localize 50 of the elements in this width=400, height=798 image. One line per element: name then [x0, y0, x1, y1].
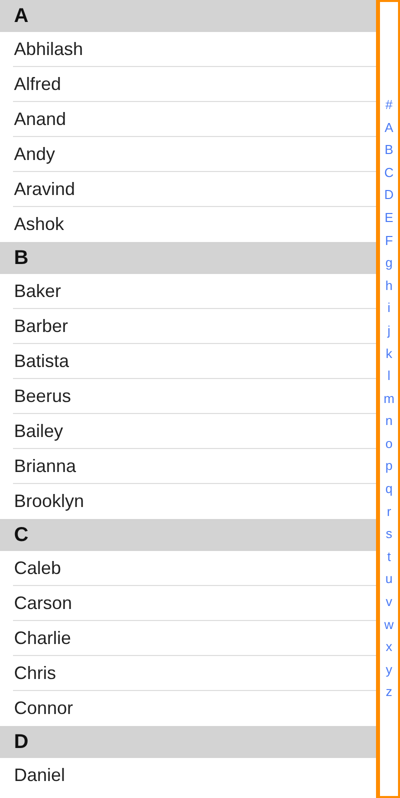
index-letter[interactable]: l [388, 365, 390, 388]
index-letter[interactable]: D [384, 184, 394, 207]
contact-name[interactable]: Aravind [13, 172, 376, 207]
contact-name[interactable]: Carson [13, 586, 376, 621]
contact-name[interactable]: Chris [13, 656, 376, 691]
contact-name[interactable]: Daniel [13, 758, 376, 793]
contact-name[interactable]: Connor [13, 691, 376, 726]
contact-name[interactable]: Abhilash [13, 32, 376, 67]
index-letter[interactable]: n [385, 410, 393, 433]
index-letter[interactable]: p [385, 455, 393, 478]
index-letter[interactable]: t [387, 546, 391, 568]
contact-name[interactable]: Brianna [13, 449, 376, 484]
contact-name[interactable]: Brooklyn [13, 484, 376, 519]
section-header: C [0, 519, 376, 551]
index-letter[interactable]: g [385, 252, 393, 275]
index-letter[interactable]: B [384, 139, 394, 162]
contact-name[interactable]: Andy [13, 137, 376, 172]
contact-name[interactable]: Caleb [13, 551, 376, 586]
section-header: D [0, 726, 376, 758]
index-letter[interactable]: E [384, 206, 394, 230]
index-letter[interactable]: # [385, 94, 393, 117]
contact-name[interactable]: Ashok [13, 207, 376, 242]
contact-name[interactable]: Charlie [13, 621, 376, 656]
index-letter[interactable]: i [388, 297, 390, 320]
index-letter[interactable]: F [385, 230, 393, 252]
index-letter[interactable]: w [384, 614, 394, 636]
contact-name[interactable]: Alfred [13, 67, 376, 102]
index-letter[interactable]: v [386, 591, 392, 614]
contact-name[interactable]: Barber [13, 309, 376, 344]
index-letter[interactable]: u [385, 568, 393, 592]
index-letter[interactable]: y [386, 658, 392, 682]
contact-name[interactable]: Beerus [13, 379, 376, 414]
index-letter[interactable]: m [384, 388, 394, 410]
index-letter[interactable]: k [386, 342, 392, 366]
index-letter[interactable]: z [386, 681, 392, 704]
index-letter[interactable]: q [385, 478, 393, 501]
contact-name[interactable]: Baker [13, 274, 376, 309]
contact-name[interactable]: Bailey [13, 414, 376, 449]
index-letter[interactable]: o [385, 432, 393, 456]
index-letter[interactable]: x [386, 636, 392, 659]
section-header: A [0, 0, 376, 32]
section-header: B [0, 242, 376, 274]
contact-name[interactable]: Anand [13, 102, 376, 137]
index-letter[interactable]: h [385, 274, 393, 298]
index-letter[interactable]: j [388, 320, 390, 343]
index-letter[interactable]: C [384, 162, 394, 184]
contact-name[interactable]: Batista [13, 344, 376, 379]
index-letter[interactable]: r [386, 500, 392, 524]
index-letter[interactable]: s [386, 523, 392, 546]
index-letter[interactable]: A [384, 116, 394, 140]
